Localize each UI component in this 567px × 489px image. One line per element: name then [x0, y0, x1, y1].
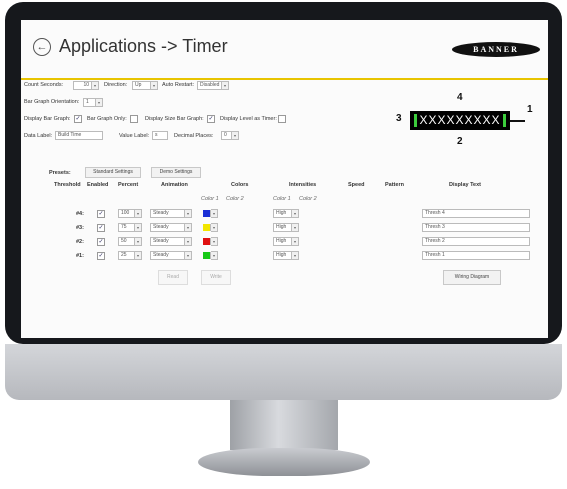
row-percent-select[interactable]: 100 ▾: [118, 209, 142, 218]
row-color-swatch[interactable]: [203, 224, 210, 231]
banner-logo: BANNER: [452, 42, 540, 57]
row-percent-select[interactable]: 50 ▾: [118, 237, 142, 246]
auto-restart-label: Auto Restart:: [162, 82, 195, 88]
col-enabled: Enabled: [87, 182, 109, 188]
row-intensity-select[interactable]: High ▾: [273, 209, 299, 218]
row-color-swatch[interactable]: [203, 238, 210, 245]
display-bar-graph-checkbox[interactable]: ✓: [74, 115, 82, 123]
row-animation-select[interactable]: Steady ▾: [150, 237, 192, 246]
app-screen: ← Applications -> Timer BANNER Count Sec…: [21, 20, 548, 338]
standard-settings-button[interactable]: Standard Settings: [85, 167, 141, 178]
row-threshold-id: #4:: [76, 211, 84, 217]
row-intensity-select[interactable]: High ▾: [273, 237, 299, 246]
row-color-dropdown[interactable]: ▾: [210, 209, 218, 218]
row-animation-select[interactable]: Steady ▾: [150, 223, 192, 232]
row-enabled-checkbox[interactable]: ✓: [97, 238, 105, 246]
row-animation-select[interactable]: Steady ▾: [150, 251, 192, 260]
callout-1-line: [510, 120, 525, 122]
auto-restart-select[interactable]: Disabled ▾: [197, 81, 229, 90]
row-color-dropdown[interactable]: ▾: [210, 251, 218, 260]
data-label-input[interactable]: Build Time: [55, 131, 103, 140]
row-color-swatch[interactable]: [203, 210, 210, 217]
monitor-stand-base: [198, 448, 370, 476]
col-intensities: Intensities: [289, 182, 317, 188]
row-display-text-input[interactable]: Thresh 4: [422, 209, 530, 218]
display-preview: XXXXXXXXX: [410, 111, 510, 130]
callout-2: 2: [457, 136, 463, 147]
row-threshold-id: #3:: [76, 225, 84, 231]
preview-text: XXXXXXXXX: [419, 113, 501, 127]
count-seconds-input[interactable]: 10 ▾: [73, 81, 99, 90]
col-colors: Colors: [231, 182, 249, 188]
direction-label: Direction:: [104, 82, 128, 88]
row-color-swatch[interactable]: [203, 252, 210, 259]
display-size-bar-graph-label: Display Size Bar Graph:: [145, 116, 204, 122]
col-pattern: Pattern: [385, 182, 404, 188]
display-level-as-timer-label: Display Level as Timer:: [220, 116, 277, 122]
display-bar-graph-label: Display Bar Graph:: [24, 116, 71, 122]
demo-settings-button[interactable]: Demo Settings: [151, 167, 201, 178]
subcol-intensity2: Color 2: [299, 196, 317, 202]
row-color-dropdown[interactable]: ▾: [210, 237, 218, 246]
read-button[interactable]: Read: [158, 270, 188, 285]
row-percent-select[interactable]: 25 ▾: [118, 251, 142, 260]
subcol-intensity1: Color 1: [273, 196, 291, 202]
callout-1: 1: [527, 104, 533, 115]
row-intensity-select[interactable]: High ▾: [273, 223, 299, 232]
preview-bar-right: [503, 114, 506, 127]
row-threshold-id: #2:: [76, 239, 84, 245]
row-percent-select[interactable]: 75 ▾: [118, 223, 142, 232]
display-level-as-timer-checkbox[interactable]: [278, 115, 286, 123]
monitor-chin: [5, 344, 562, 400]
col-animation: Animation: [161, 182, 188, 188]
value-label-label: Value Label:: [119, 133, 150, 139]
decimal-places-label: Decimal Places:: [174, 133, 214, 139]
col-threshold: Threshold: [54, 182, 81, 188]
page-title: Applications -> Timer: [59, 36, 228, 56]
bar-graph-only-checkbox[interactable]: [130, 115, 138, 123]
row-enabled-checkbox[interactable]: ✓: [97, 252, 105, 260]
back-arrow-icon[interactable]: ←: [33, 38, 51, 56]
write-button[interactable]: Write: [201, 270, 231, 285]
row-enabled-checkbox[interactable]: ✓: [97, 224, 105, 232]
presets-label: Presets:: [49, 170, 71, 176]
col-percent: Percent: [118, 182, 139, 188]
direction-select[interactable]: Up ▾: [132, 81, 158, 90]
app-header: ← Applications -> Timer BANNER: [21, 20, 548, 80]
value-label-input[interactable]: s: [152, 131, 168, 140]
bar-graph-orientation-select[interactable]: 1 ▾: [83, 98, 103, 107]
row-display-text-input[interactable]: Thresh 2: [422, 237, 530, 246]
row-intensity-select[interactable]: High ▾: [273, 251, 299, 260]
callout-3: 3: [396, 113, 402, 124]
bar-graph-only-label: Bar Graph Only:: [87, 116, 127, 122]
data-label-label: Data Label:: [24, 133, 53, 139]
row-threshold-id: #1:: [76, 253, 84, 259]
subcol-color1: Color 1: [201, 196, 219, 202]
col-speed: Speed: [348, 182, 365, 188]
wiring-diagram-button[interactable]: Wiring Diagram: [443, 270, 501, 285]
row-enabled-checkbox[interactable]: ✓: [97, 210, 105, 218]
count-seconds-label: Count Seconds:: [24, 82, 64, 88]
row-display-text-input[interactable]: Thresh 1: [422, 251, 530, 260]
monitor-stand-neck: [230, 400, 338, 450]
row-color-dropdown[interactable]: ▾: [210, 223, 218, 232]
decimal-places-select[interactable]: 0 ▾: [221, 131, 239, 140]
display-size-bar-graph-checkbox[interactable]: ✓: [207, 115, 215, 123]
row-display-text-input[interactable]: Thresh 3: [422, 223, 530, 232]
callout-4: 4: [457, 92, 463, 103]
row-animation-select[interactable]: Steady ▾: [150, 209, 192, 218]
bar-graph-orientation-label: Bar Graph Orientation:: [24, 99, 80, 105]
subcol-color2: Color 2: [226, 196, 244, 202]
col-display-text: Display Text: [449, 182, 481, 188]
